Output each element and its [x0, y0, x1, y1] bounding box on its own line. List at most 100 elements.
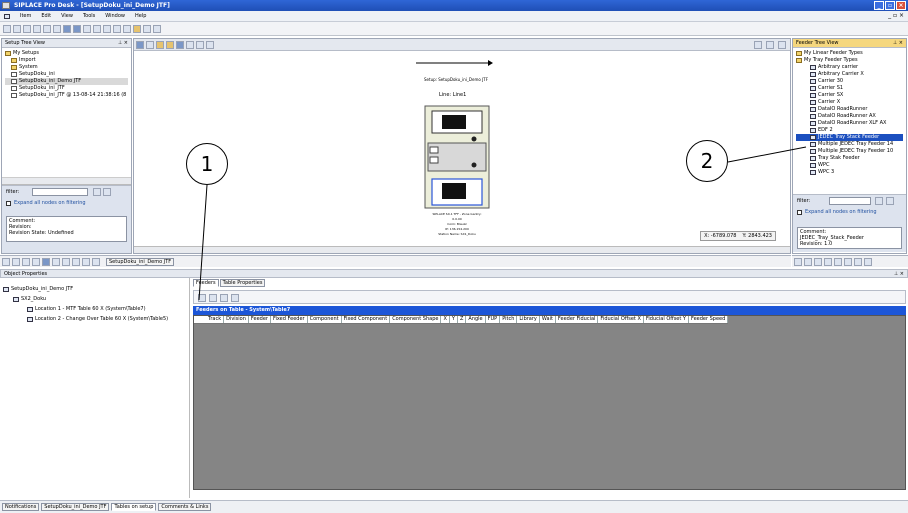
move-icon[interactable] — [22, 257, 30, 266]
redo-icon[interactable] — [53, 24, 61, 33]
grid-icon[interactable] — [794, 257, 802, 266]
feeder-item[interactable]: DataIO RoadRunner XLF AX — [796, 120, 903, 127]
feeder-icon[interactable] — [62, 257, 70, 266]
expand-checkbox[interactable] — [797, 209, 802, 215]
validate-icon[interactable] — [23, 24, 31, 33]
tab-notifications[interactable]: Notifications — [2, 503, 40, 511]
tree-item[interactable]: SetupDoku_ini — [5, 71, 128, 78]
print-icon[interactable] — [766, 41, 774, 49]
tree-item-selected[interactable]: SetupDoku_ini_Demo JTF — [5, 78, 128, 85]
pin-icon[interactable]: ⊥ × — [894, 271, 904, 277]
feeder-item[interactable]: Tray Stak Feeder — [796, 155, 903, 162]
column-header[interactable]: Track — [206, 316, 225, 323]
properties-icon[interactable] — [220, 294, 228, 302]
preview-icon[interactable] — [93, 24, 101, 33]
print-icon[interactable] — [814, 257, 822, 266]
feeder-item[interactable]: WPC 3 — [796, 169, 903, 176]
pin-icon[interactable]: ⊥ × — [893, 40, 903, 46]
close-button[interactable]: × — [896, 1, 906, 10]
settings-icon[interactable] — [834, 257, 842, 266]
tab-tables-on-setup[interactable]: Tables on setup — [111, 503, 157, 511]
zoom-in-icon[interactable] — [103, 24, 111, 33]
export-icon[interactable] — [33, 24, 41, 33]
view-icon[interactable] — [136, 41, 144, 49]
search-icon[interactable] — [754, 41, 762, 49]
clear-filter-icon[interactable] — [103, 188, 111, 196]
feeder-item[interactable]: Carrier 30 — [796, 78, 903, 85]
minimize-button[interactable]: _ — [874, 1, 884, 10]
menu-item[interactable]: Item — [20, 13, 31, 19]
zoom-out-icon[interactable] — [113, 24, 121, 33]
auto-assign-icon[interactable] — [231, 294, 239, 302]
feeder-icon[interactable] — [166, 41, 174, 49]
open-icon[interactable] — [13, 24, 21, 33]
layout-icon[interactable] — [73, 24, 81, 33]
menu-item[interactable]: Window — [105, 13, 125, 19]
tab-table-properties[interactable]: Table Properties — [219, 279, 266, 287]
machine-icon[interactable] — [156, 41, 164, 49]
export-icon[interactable] — [854, 257, 862, 266]
feeder-filter-input[interactable] — [829, 197, 871, 205]
help-icon[interactable] — [864, 257, 872, 266]
column-header[interactable]: Angle — [466, 316, 486, 323]
feeder-item[interactable]: Arbitrary carrier — [796, 64, 903, 71]
column-header[interactable]: Feeder — [249, 316, 271, 323]
tab-feeders[interactable]: Feeders — [193, 279, 219, 287]
table-icon[interactable] — [63, 24, 71, 33]
tree-item[interactable]: Import — [5, 57, 128, 64]
tab-setup-document[interactable]: SetupDoku_ini_Demo JTF — [41, 503, 110, 511]
menu-item[interactable]: View — [61, 13, 73, 19]
canvas-scrollbar[interactable] — [134, 246, 790, 253]
column-header[interactable]: X — [441, 316, 450, 323]
column-header[interactable]: Wait — [540, 316, 556, 323]
settings-icon[interactable] — [153, 24, 161, 33]
feeder-item-selected[interactable]: JEDEC Tray Stack Feeder — [796, 134, 903, 141]
new-icon[interactable] — [3, 24, 11, 33]
tree-item[interactable]: SetupDoku_ini_JTF — [5, 85, 128, 92]
feeder-item[interactable]: Carrier SX — [796, 92, 903, 99]
column-header[interactable]: Library — [517, 316, 540, 323]
feeder-item[interactable]: WPC — [796, 162, 903, 169]
tab-comments-links[interactable]: Comments & Links — [158, 503, 212, 511]
link-icon[interactable] — [196, 41, 204, 49]
column-header[interactable]: Feeder Speed — [689, 316, 729, 323]
frame-icon[interactable] — [146, 41, 154, 49]
list-view-icon[interactable] — [12, 257, 20, 266]
filter-input[interactable] — [32, 188, 88, 196]
undo-icon[interactable] — [43, 24, 51, 33]
grid-view-icon[interactable] — [2, 257, 10, 266]
tree-item[interactable]: Location 2 - Change Over Table 60 X (Sys… — [3, 314, 186, 324]
column-header[interactable]: Y — [450, 316, 458, 323]
table-icon[interactable] — [804, 257, 812, 266]
chart-icon[interactable] — [186, 41, 194, 49]
table-view-icon[interactable] — [176, 41, 184, 49]
feeder-item[interactable]: Multiple JEDEC Tray Feeder 14 — [796, 141, 903, 148]
zoom-fit-icon[interactable] — [123, 24, 131, 33]
column-header[interactable]: Fiducial Offset Y — [644, 316, 689, 323]
column-header[interactable]: Fixed Feeder — [271, 316, 308, 323]
tree-item[interactable]: System — [5, 64, 128, 71]
pin-icon[interactable]: ⊥ × — [118, 40, 128, 46]
maximize-button[interactable]: ▫ — [885, 1, 895, 10]
tree-item[interactable]: SetupDoku_ini_JTF @ 13-08-14 21:38:16 (8 — [5, 92, 128, 99]
mdi-controls[interactable]: _ ▫ × — [888, 12, 904, 19]
export-icon[interactable] — [92, 257, 100, 266]
feeder-item[interactable]: DataIO RoadRunner AX — [796, 113, 903, 120]
print-icon[interactable] — [83, 24, 91, 33]
column-header[interactable]: Division — [224, 316, 249, 323]
column-header[interactable]: Fiducial Offset X — [598, 316, 644, 323]
feeder-item[interactable]: Arbitrary Carrier X — [796, 71, 903, 78]
chart-icon[interactable] — [52, 257, 60, 266]
table-icon[interactable] — [42, 257, 50, 266]
add-icon[interactable] — [844, 257, 852, 266]
apply-filter-icon[interactable] — [93, 188, 101, 196]
copy-icon[interactable] — [206, 41, 214, 49]
tree-group[interactable]: My Linear Feeder Types — [796, 50, 903, 57]
delete-feeder-icon[interactable] — [209, 294, 217, 302]
tree-item[interactable]: SetupDoku_ini_Demo JTF — [3, 284, 186, 294]
menu-item[interactable]: Help — [135, 13, 146, 19]
column-header[interactable]: FUP — [486, 316, 501, 323]
tree-item[interactable]: My Setups — [5, 50, 128, 57]
filter-icon[interactable] — [824, 257, 832, 266]
node-icon[interactable] — [32, 257, 40, 266]
